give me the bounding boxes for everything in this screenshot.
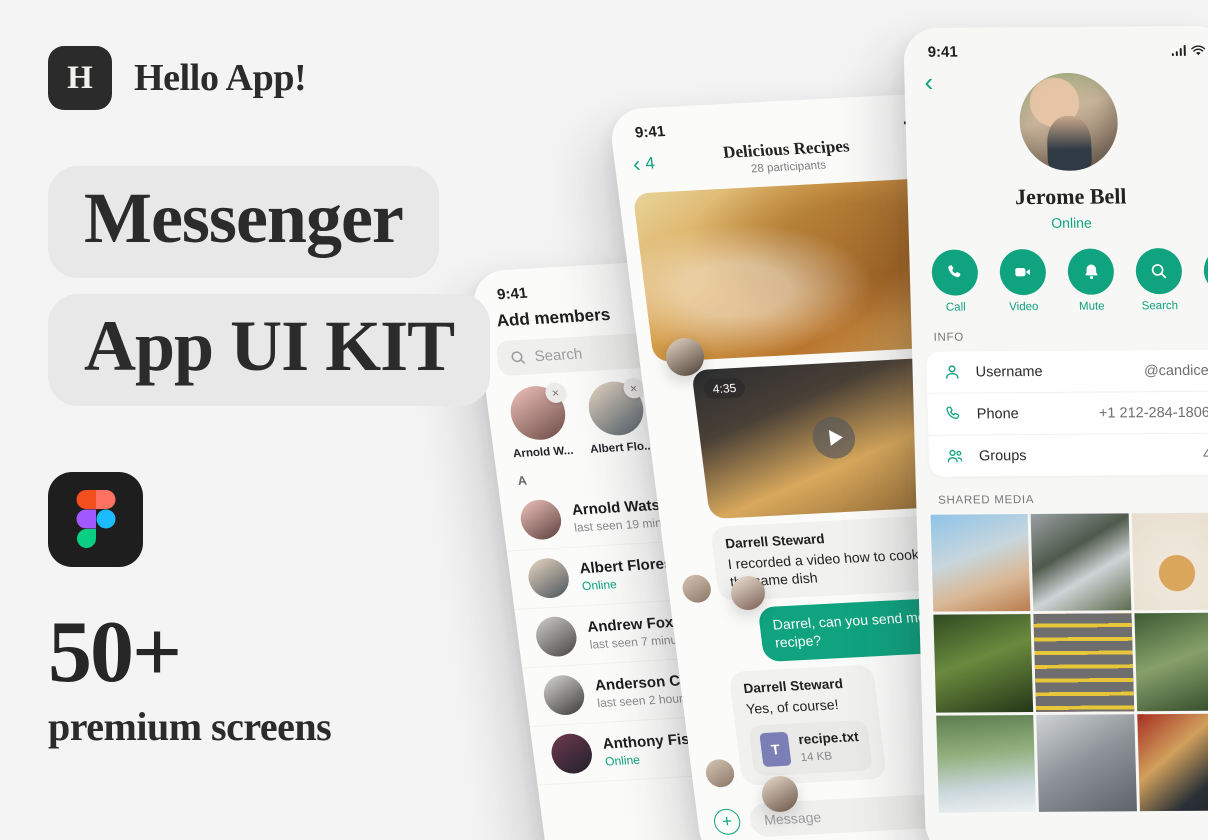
media-thumb[interactable] — [1136, 713, 1208, 812]
action-mute[interactable]: Mute — [1067, 248, 1115, 313]
profile-header: Jerome Bell Online — [904, 72, 1208, 232]
signal-icon — [1171, 45, 1186, 57]
status-time: 9:41 — [634, 123, 667, 142]
app-logo-letter: H — [67, 59, 93, 96]
media-thumb[interactable] — [1030, 513, 1132, 612]
selected-member-name: Albert Flo... — [589, 440, 655, 456]
media-thumb[interactable] — [936, 714, 1037, 813]
phone-icon — [931, 249, 979, 296]
play-icon[interactable] — [810, 415, 858, 460]
action-label: Call — [945, 301, 966, 314]
profile-actions: Call Video Mute Search — [909, 230, 1208, 314]
back-button[interactable]: ‹ — [924, 67, 934, 97]
media-thumb[interactable] — [1131, 512, 1208, 611]
info-value: +1 212-284-1806 — [1098, 404, 1208, 422]
chat-title: Delicious Recipes — [721, 136, 851, 162]
video-icon — [999, 248, 1047, 296]
avatar — [731, 576, 765, 610]
info-row-groups[interactable]: Groups 4 — [928, 434, 1208, 477]
message-sender: Darrell Steward — [742, 675, 844, 696]
action-search[interactable]: Search — [1135, 248, 1183, 312]
info-label: Username — [975, 363, 1043, 380]
avatar — [762, 776, 798, 812]
add-attachment-icon[interactable]: + — [712, 808, 742, 836]
media-thumb[interactable] — [1134, 612, 1208, 711]
info-row-username[interactable]: Username @candice — [926, 349, 1208, 394]
avatar — [680, 573, 713, 604]
stat-caption: premium screens — [48, 703, 332, 749]
promo-column: H Hello App! Messenger App UI KIT 50+ pr… — [48, 46, 568, 747]
action-video[interactable]: Video — [999, 248, 1047, 314]
action-more[interactable]: More — [1203, 247, 1208, 312]
bell-icon — [1067, 248, 1115, 295]
selected-member-chip[interactable]: × Albert Flo... — [582, 377, 655, 456]
info-row-phone[interactable]: Phone +1 212-284-1806 — [927, 391, 1208, 436]
avatar[interactable] — [1018, 72, 1120, 172]
headline-line-2: App UI KIT — [48, 293, 491, 406]
app-logo-icon: H — [48, 46, 112, 110]
profile-name: Jerome Bell — [1014, 183, 1127, 210]
shared-media-grid — [930, 512, 1208, 813]
message-bubble[interactable]: Darrell Steward Yes, of course! T recipe… — [728, 664, 888, 786]
contact-status: Online — [580, 576, 618, 593]
headline-line-1: Messenger — [48, 166, 439, 278]
action-label: Search — [1141, 300, 1179, 313]
stat-number: 50+ — [48, 603, 182, 701]
avatar — [666, 338, 704, 376]
media-thumb[interactable] — [930, 514, 1031, 613]
figma-icon — [48, 471, 143, 567]
media-thumb[interactable] — [1033, 613, 1134, 712]
wifi-icon — [1191, 45, 1206, 55]
status-time: 9:41 — [927, 43, 958, 61]
avatar — [704, 758, 736, 788]
text-file-icon: T — [759, 732, 792, 768]
search-icon — [1135, 248, 1183, 295]
people-icon — [945, 446, 966, 465]
profile-status-bar: 9:41 — [903, 26, 1208, 65]
status-indicators — [1171, 44, 1206, 57]
file-size: 14 KB — [799, 750, 833, 764]
info-value: @candice — [1143, 362, 1208, 379]
info-label: Groups — [978, 447, 1027, 464]
poster-canvas: H Hello App! Messenger App UI KIT 50+ pr… — [0, 0, 1208, 840]
action-label: Video — [1009, 301, 1039, 314]
brand: H Hello App! — [48, 46, 568, 110]
info-card: Username @candice Phone +1 212-284-1806 … — [926, 349, 1208, 477]
person-icon — [942, 363, 962, 382]
phone-icon — [944, 405, 964, 424]
info-section-header: INFO — [933, 331, 965, 344]
shared-media-header: SHARED MEDIA — [938, 493, 1035, 507]
video-duration: 4:35 — [702, 377, 747, 400]
chevron-left-icon: ‹ — [631, 151, 642, 177]
phone-mockup-profile: 9:41 ‹ Jerome Bell Online Call Video Mut… — [903, 25, 1208, 840]
action-call[interactable]: Call — [931, 249, 979, 314]
action-label: Mute — [1078, 300, 1105, 313]
media-thumb[interactable] — [933, 614, 1034, 713]
brand-title: Hello App! — [134, 57, 307, 99]
file-attachment[interactable]: T recipe.txt 14 KB — [748, 719, 873, 777]
message-text: Yes, of course! — [745, 695, 840, 717]
file-name: recipe.txt — [797, 729, 860, 748]
more-icon — [1203, 247, 1208, 294]
media-thumb[interactable] — [1036, 713, 1137, 812]
info-value: 4 — [1202, 446, 1208, 463]
info-label: Phone — [976, 405, 1019, 422]
